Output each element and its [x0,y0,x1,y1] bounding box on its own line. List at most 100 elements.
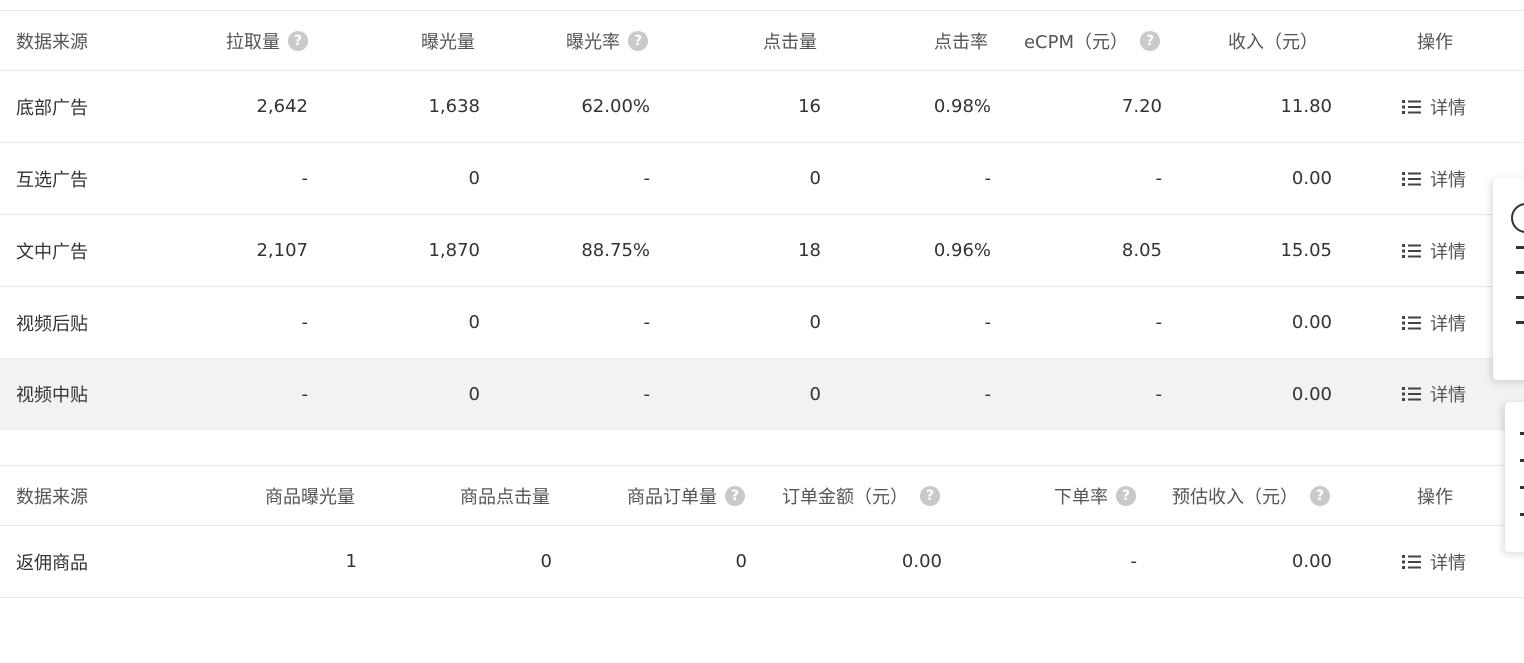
list-icon [1402,243,1421,258]
detail-link[interactable]: 详情 [1402,381,1466,407]
cell-product-orders: 0 [735,551,747,572]
cell-ecpm: - [1155,312,1163,333]
col-header-ctr: 点击率 [934,31,988,53]
col-header-action: 操作 [1417,486,1453,508]
col-header-source: 数据来源 [16,486,88,508]
cell-order-rate: - [1130,551,1138,572]
help-circle-icon[interactable]: ? [1140,30,1160,51]
col-header-clicks: 点击量 [763,31,817,53]
col-header-estimated-revenue: 预估收入（元）? [1150,466,1330,525]
cell-pulls: - [301,168,309,189]
cell-source: 文中广告 [16,241,88,263]
cell-revenue: 0.00 [1291,312,1332,333]
table-row: 文中广告 2,107 1,870 88.75% 18 0.96% 8.05 15… [0,214,1524,286]
cell-source: 底部广告 [16,97,88,119]
cell-revenue: 0.00 [1291,383,1332,405]
cell-ecpm: 7.20 [1121,96,1162,117]
cell-revenue: 0.00 [1291,168,1332,189]
col-header-impressions: 曝光量 [421,31,475,53]
col-header-product-orders: 商品订单量? [590,466,745,525]
cell-ecpm: - [1155,168,1163,189]
cell-ctr: - [984,383,992,405]
table-row: 返佣商品 1 0 0 0.00 - 0.00 详情 [0,525,1524,598]
col-header-action: 操作 [1417,31,1453,53]
cell-clicks: 0 [809,312,821,333]
cell-action: 详情 [1402,287,1502,358]
cell-impression-rate: - [643,312,651,333]
cell-ecpm: - [1155,383,1163,405]
cell-action: 详情 [1402,526,1502,597]
list-icon [1402,387,1421,401]
cell-source: 视频后贴 [16,313,88,335]
help-circle-icon[interactable]: ? [1116,485,1136,506]
cell-ctr: - [984,312,992,333]
cell-action: 详情 [1402,143,1502,214]
table-row: 互选广告 - 0 - 0 - - 0.00 详情 [0,142,1524,214]
cell-impressions: 1,870 [428,240,480,261]
floating-tooltip-panel [1505,402,1524,552]
table-row: 底部广告 2,642 1,638 62.00% 16 0.98% 7.20 11… [0,70,1524,142]
table-header-row: 数据来源 商品曝光量 商品点击量 商品订单量? 订单金额（元）? 下单率? 预估… [0,465,1524,525]
cell-impressions: 0 [468,383,480,405]
detail-link[interactable]: 详情 [1402,310,1466,336]
col-header-order-rate: 下单率? [990,466,1136,525]
cell-product-impressions: 1 [345,551,357,572]
cell-impression-rate: - [643,383,651,405]
detail-link[interactable]: 详情 [1402,549,1466,575]
cell-source: 返佣商品 [16,552,88,574]
cell-revenue: 15.05 [1280,240,1332,261]
ad-data-table: 数据来源 拉取量? 曝光量 曝光率? 点击量 点击率 eCPM（元）? 收入（元… [0,10,1524,430]
cell-ctr: - [984,168,992,189]
cell-ctr: 0.98% [933,96,991,117]
col-header-product-clicks: 商品点击量 [460,486,550,508]
help-circle-icon[interactable]: ? [725,485,745,506]
list-icon [1402,171,1421,186]
cell-action: 详情 [1402,215,1502,286]
truncated-text [1520,432,1524,540]
floating-tooltip-panel [1493,178,1524,380]
help-circle-icon[interactable]: ? [288,30,308,51]
list-icon [1402,315,1421,330]
cell-pulls: - [301,383,309,405]
help-circle-icon[interactable]: ? [1310,485,1330,506]
cell-impressions: 0 [468,312,480,333]
product-data-table: 数据来源 商品曝光量 商品点击量 商品订单量? 订单金额（元）? 下单率? 预估… [0,465,1524,598]
cell-clicks: 0 [809,168,821,189]
cell-source: 视频中贴 [16,385,88,406]
help-circle-icon[interactable]: ? [628,30,648,51]
list-icon [1402,99,1421,114]
col-header-revenue: 收入（元） [1228,31,1318,53]
cell-product-clicks: 0 [540,551,552,572]
col-header-impression-rate: 曝光率? [500,11,648,70]
cell-ecpm: 8.05 [1121,240,1162,261]
table-header-row: 数据来源 拉取量? 曝光量 曝光率? 点击量 点击率 eCPM（元）? 收入（元… [0,10,1524,70]
cell-impression-rate: 88.75% [581,240,650,261]
cell-action: 详情 [1402,359,1502,429]
col-header-source: 数据来源 [16,31,88,53]
cell-clicks: 0 [809,383,821,405]
cell-pulls: 2,107 [256,240,308,261]
cell-revenue: 11.80 [1280,96,1332,117]
cell-pulls: 2,642 [256,96,308,117]
cell-impressions: 0 [468,168,480,189]
detail-link[interactable]: 详情 [1402,238,1466,264]
cell-estimated-revenue: 0.00 [1291,551,1332,572]
cell-ctr: 0.96% [933,240,991,261]
table-row: 视频中贴 - 0 - 0 - - 0.00 详情 [0,358,1524,430]
detail-link[interactable]: 详情 [1402,94,1466,120]
col-header-pulls: 拉取量? [160,11,308,70]
col-header-ecpm: eCPM（元）? [1005,11,1160,70]
help-circle-icon[interactable]: ? [920,485,940,506]
col-header-product-impressions: 商品曝光量 [265,486,355,508]
cell-impressions: 1,638 [428,96,480,117]
detail-link[interactable]: 详情 [1402,166,1466,192]
help-circle-icon [1511,203,1524,233]
cell-clicks: 18 [798,240,821,261]
cell-action: 详情 [1402,71,1502,142]
cell-pulls: - [301,312,309,333]
cell-impression-rate: 62.00% [581,96,650,117]
cell-source: 互选广告 [16,169,88,191]
table-row: 视频后贴 - 0 - 0 - - 0.00 详情 [0,286,1524,358]
col-header-order-amount: 订单金额（元）? [760,466,940,525]
list-icon [1402,554,1421,569]
